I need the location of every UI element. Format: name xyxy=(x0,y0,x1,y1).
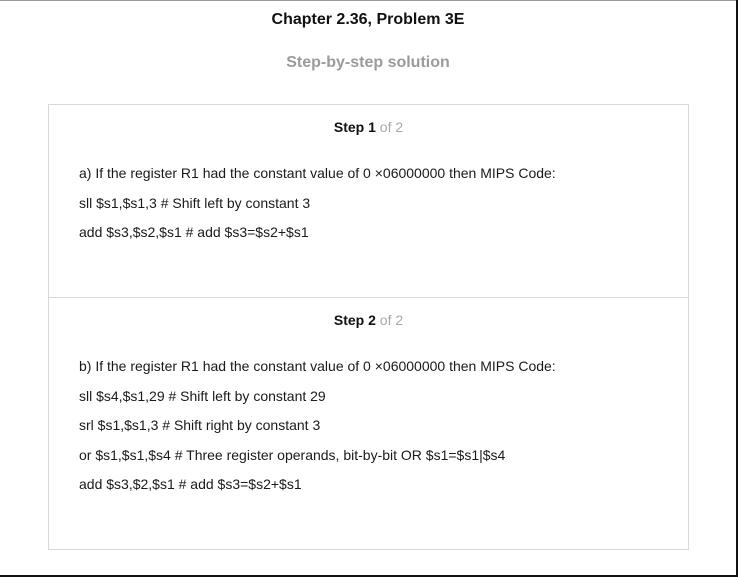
step-line: add $s3,$2,$s1 # add $s3=$s2+$s1 xyxy=(79,476,302,493)
step-2-heading: Step 2 of 2 xyxy=(49,312,688,328)
window-top-border xyxy=(0,0,738,1)
step-total: of 2 xyxy=(379,119,404,135)
step-total: of 2 xyxy=(379,312,404,328)
step-line: b) If the register R1 had the constant v… xyxy=(79,358,556,374)
step-2: Step 2 of 2 b) If the register R1 had th… xyxy=(49,297,688,549)
step-1-heading: Step 1 of 2 xyxy=(49,119,688,135)
step-line: sll $s4,$s1,29 # Shift left by constant … xyxy=(79,387,326,404)
page-title: Chapter 2.36, Problem 3E xyxy=(271,11,465,28)
step-1-content: a) If the register R1 had the constant v… xyxy=(79,166,556,255)
step-label: Step xyxy=(333,312,365,328)
page-subtitle: Step-by-step solution xyxy=(286,54,450,71)
step-line: sll $s1,$s1,3 # Shift left by constant 3 xyxy=(79,194,311,211)
step-line: srl $s1,$s1,3 # Shift right by constant … xyxy=(79,417,321,434)
step-line: or $s1,$s1,$s4 # Three register operands… xyxy=(79,446,506,463)
step-line: add $s3,$s2,$s1 # add $s3=$s2+$s1 xyxy=(79,224,309,241)
step-label: Step xyxy=(333,119,365,135)
step-2-content: b) If the register R1 had the constant v… xyxy=(79,359,556,507)
step-line: a) If the register R1 had the constant v… xyxy=(79,165,556,181)
step-number: 2 xyxy=(368,312,376,328)
solution-steps: Step 1 of 2 a) If the register R1 had th… xyxy=(48,104,689,550)
step-1: Step 1 of 2 a) If the register R1 had th… xyxy=(49,105,688,297)
step-number: 1 xyxy=(368,119,376,135)
